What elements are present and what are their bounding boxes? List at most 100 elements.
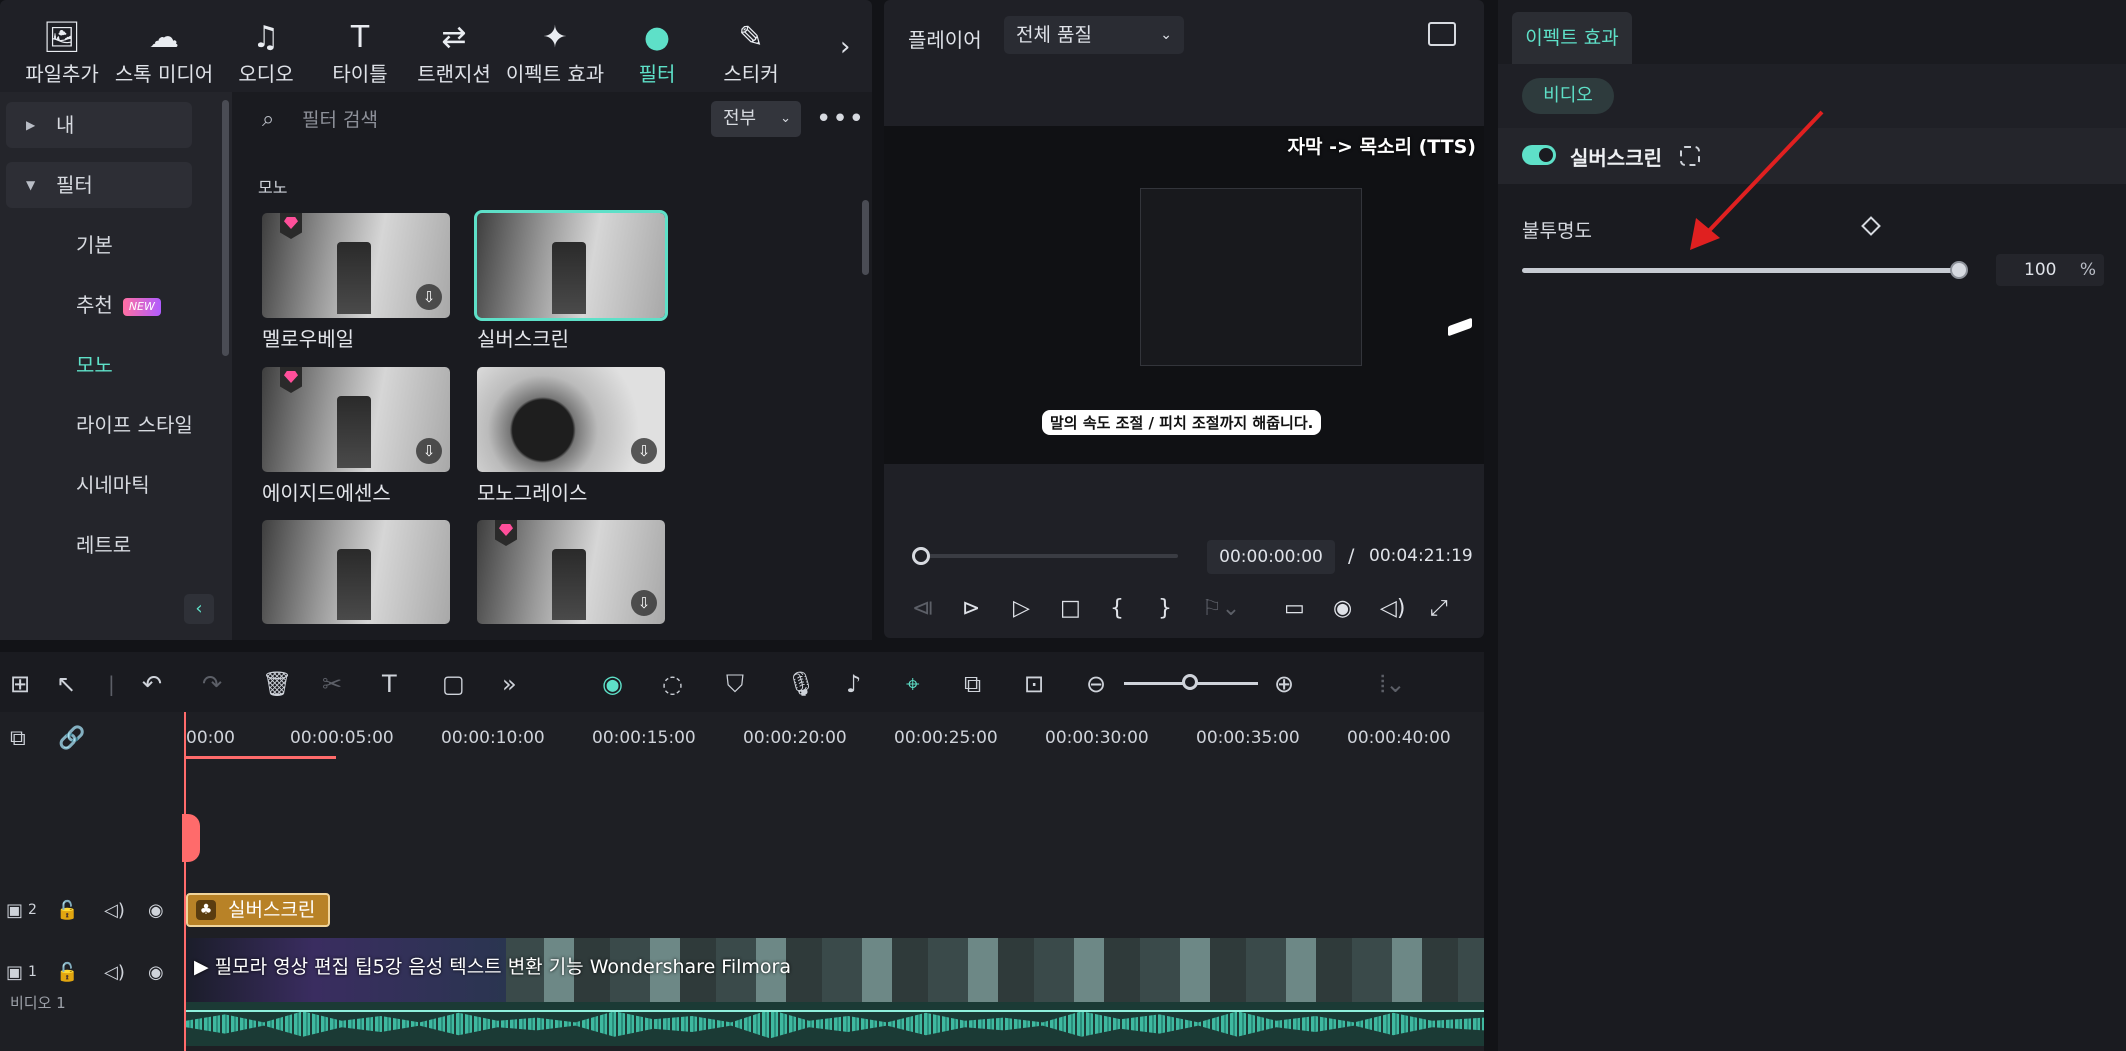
scrubber-knob[interactable] xyxy=(912,547,930,565)
video-preview: 자막 -> 목소리 (TTS) 말의 속도 조절 / 피치 조절까지 해줍니다. xyxy=(884,126,1484,464)
playback-scrubber[interactable] xyxy=(920,554,1178,558)
lock-icon[interactable]: 🔓 xyxy=(56,900,78,921)
chevron-right-icon[interactable]: › xyxy=(840,32,850,62)
sidebar-scrollbar[interactable] xyxy=(222,100,229,356)
mute-icon[interactable]: ◁) xyxy=(104,962,125,983)
zoom-in-icon[interactable]: ⊕ xyxy=(1274,670,1294,698)
sidebar-item-label: 라이프 스타일 xyxy=(76,413,193,437)
filter-grid-scrollbar[interactable] xyxy=(862,200,869,275)
visibility-eye-icon[interactable]: ◉ xyxy=(148,962,164,983)
tab-audio[interactable]: ♫ 오디오 xyxy=(216,18,316,87)
download-icon[interactable]: ⇩ xyxy=(416,284,442,310)
fullscreen-icon[interactable]: ⤢ xyxy=(1430,596,1448,621)
visibility-eye-icon[interactable]: ◉ xyxy=(148,900,164,921)
tab-stickers[interactable]: ✎ 스티커 xyxy=(701,18,801,87)
zoom-out-icon[interactable]: ⊖ xyxy=(1086,670,1106,698)
text-tool-icon[interactable]: T xyxy=(382,670,397,698)
crop-icon[interactable]: ▢ xyxy=(442,670,465,698)
filter-thumbnail-mono-grace[interactable]: ⇩ xyxy=(477,367,665,472)
sidebar-item-basic[interactable]: 기본 xyxy=(0,222,192,268)
snap-icon[interactable]: ⌖ xyxy=(906,670,920,698)
zoom-slider-knob[interactable] xyxy=(1182,674,1198,690)
sidebar-item-recommended[interactable]: 추천 NEW xyxy=(0,282,192,328)
tab-transitions[interactable]: ⇄ 트랜지션 xyxy=(404,18,504,87)
track-height-icon[interactable]: ⦙⌄ xyxy=(1380,670,1406,698)
previous-frame-icon[interactable]: ⧏ xyxy=(912,596,934,621)
mark-out-icon[interactable]: } xyxy=(1158,596,1172,621)
camera-icon[interactable]: ◉ xyxy=(1333,596,1352,621)
tab-label: 오디오 xyxy=(238,62,294,86)
snapshot-image-icon[interactable] xyxy=(1428,22,1456,46)
video-subtab[interactable]: 비디오 xyxy=(1522,78,1614,114)
current-timecode[interactable]: 00:00:00:00 xyxy=(1207,540,1335,574)
collapse-sidebar-button[interactable]: ‹ xyxy=(184,594,214,624)
filter-thumbnail[interactable]: ⇩ xyxy=(477,520,665,624)
opacity-unit: % xyxy=(2079,260,2096,280)
lock-icon[interactable]: 🔓 xyxy=(56,962,78,983)
play-icon[interactable]: ▷ xyxy=(1013,596,1030,621)
sidebar-item-mine[interactable]: ▶ 내 xyxy=(6,102,192,148)
filter-clip[interactable]: ♣ 실버스크린 xyxy=(186,893,330,927)
tab-effects-inspector[interactable]: 이펙트 효과 xyxy=(1512,12,1632,64)
link-icon[interactable]: 🔗 xyxy=(58,726,85,751)
split-scissors-icon[interactable]: ✂ xyxy=(322,670,342,698)
preview-dialog-image xyxy=(1140,188,1362,366)
tab-effects[interactable]: ✦ 이펙트 효과 xyxy=(496,18,614,87)
filter-thumbnail[interactable] xyxy=(262,520,450,624)
cloud-media-icon: ☁ xyxy=(149,20,179,55)
audio-list-icon[interactable]: ♪ xyxy=(846,670,861,698)
add-track-icon[interactable]: ⧉ xyxy=(10,726,26,751)
sidebar-item-cinematic[interactable]: 시네마틱 xyxy=(0,462,192,508)
sidebar-item-filters[interactable]: ▼ 필터 xyxy=(6,162,192,208)
new-badge: NEW xyxy=(122,297,161,316)
tab-stock-media[interactable]: ☁ 스톡 미디어 xyxy=(114,18,214,87)
sidebar-item-mono[interactable]: 모노 xyxy=(0,342,192,388)
more-options-icon[interactable]: ••• xyxy=(816,104,865,134)
download-icon[interactable]: ⇩ xyxy=(631,438,657,464)
undo-icon[interactable]: ↶ xyxy=(142,670,162,698)
volume-icon[interactable]: ◁) xyxy=(1380,596,1406,621)
tab-titles[interactable]: T 타이틀 xyxy=(310,18,410,87)
ruler-label: 00:00:30:00 xyxy=(1045,728,1149,748)
tab-import[interactable]: 🖼 파일추가 xyxy=(12,18,112,87)
fit-timeline-icon[interactable]: ⊡ xyxy=(1024,670,1044,698)
tab-filters[interactable]: ● 필터 xyxy=(607,18,707,87)
shield-marker-icon[interactable]: ⛉ xyxy=(726,670,744,698)
opacity-value-input[interactable]: 100% xyxy=(1996,254,2104,286)
microphone-icon[interactable]: 🎙 xyxy=(786,670,816,698)
stop-icon[interactable]: □ xyxy=(1060,596,1081,621)
opacity-slider-knob[interactable] xyxy=(1950,261,1968,279)
layout-icon[interactable]: ⊞ xyxy=(10,670,30,698)
filter-search-input[interactable]: ⌕ 필터 검색 xyxy=(248,100,708,140)
download-icon[interactable]: ⇩ xyxy=(631,590,657,616)
sidebar-item-retro[interactable]: 레트로 xyxy=(0,522,192,568)
video-clip[interactable]: ▶ 필모라 영상 편집 팁5강 음성 텍스트 변환 기능 Wondershare… xyxy=(186,938,1484,1002)
auto-reframe-icon[interactable]: ⧉ xyxy=(964,670,981,698)
player-label: 플레이어 xyxy=(908,28,982,52)
speed-icon[interactable]: ◌ xyxy=(662,670,683,698)
display-settings-icon[interactable]: ▭ xyxy=(1284,596,1305,621)
mute-icon[interactable]: ◁) xyxy=(104,900,125,921)
more-tools-icon[interactable]: » xyxy=(502,670,517,698)
effect-toggle[interactable] xyxy=(1522,145,1556,165)
quality-value: 전체 품질 xyxy=(1016,24,1092,46)
delete-icon[interactable]: 🗑 xyxy=(262,670,292,698)
select-tool-icon[interactable]: ↖ xyxy=(56,670,76,698)
ai-assistant-icon[interactable]: ◉ xyxy=(602,670,623,698)
filter-thumbnail-mellow-veil[interactable]: ⇩ xyxy=(262,213,450,318)
ruler-label: 00:00 xyxy=(186,728,235,748)
filter-scope-dropdown[interactable]: 전부 ⌄ xyxy=(711,101,801,137)
redo-icon[interactable]: ↷ xyxy=(202,670,222,698)
playhead-handle[interactable] xyxy=(182,814,200,862)
download-icon[interactable]: ⇩ xyxy=(416,438,442,464)
filter-thumbnail-aged-essence[interactable]: ⇩ xyxy=(262,367,450,472)
marker-icon[interactable]: ⚐⌄ xyxy=(1202,596,1240,621)
mark-in-icon[interactable]: { xyxy=(1110,596,1124,621)
filter-name: 모노그레이스 xyxy=(477,481,588,505)
ruler-label: 00:00:20:00 xyxy=(743,728,847,748)
quality-dropdown[interactable]: 전체 품질 ⌄ xyxy=(1004,16,1184,54)
play-step-icon[interactable]: ⊳ xyxy=(962,596,980,621)
filter-thumbnail-silver-screen[interactable] xyxy=(474,210,668,321)
sidebar-item-lifestyle[interactable]: 라이프 스타일 xyxy=(0,402,232,448)
opacity-slider[interactable] xyxy=(1522,268,1960,273)
